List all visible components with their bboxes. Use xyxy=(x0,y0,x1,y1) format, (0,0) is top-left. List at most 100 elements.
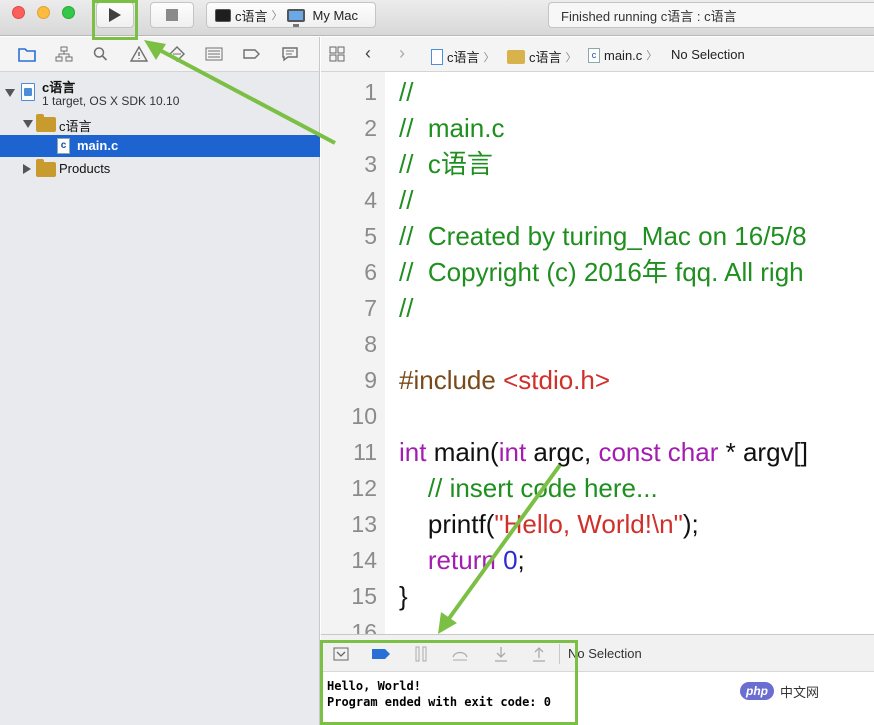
include-header: <stdio.h> xyxy=(503,365,611,395)
line-number: 1 xyxy=(364,79,377,105)
forward-arrow-icon[interactable]: › xyxy=(399,43,405,64)
code-line: 12 // insert code here... xyxy=(321,470,874,506)
file-row-main-c[interactable]: c main.c xyxy=(0,135,320,157)
related-items-icon[interactable] xyxy=(329,46,345,62)
code-text: } xyxy=(399,581,408,611)
code-line: 5 // Created by turing_Mac on 16/5/8 xyxy=(321,218,874,254)
code-text: ; xyxy=(517,545,525,575)
list-icon[interactable] xyxy=(205,46,223,62)
keyword: const char xyxy=(598,437,719,467)
breakpoint-icon[interactable] xyxy=(243,46,261,62)
line-number: 6 xyxy=(364,259,377,285)
code-text: // insert code here... xyxy=(399,473,658,503)
line-number: 14 xyxy=(351,547,377,573)
crumb-group[interactable]: c语言 〉 xyxy=(507,47,577,66)
line-number: 3 xyxy=(364,151,377,177)
minimize-window-button[interactable] xyxy=(37,6,50,19)
scheme-selector[interactable]: c语言 〉 My Mac xyxy=(206,2,376,28)
code-line: 2 // main.c xyxy=(321,110,874,146)
project-icon xyxy=(431,48,443,65)
disclosure-down-icon[interactable] xyxy=(5,89,15,97)
folder-icon xyxy=(507,49,525,64)
stop-icon xyxy=(166,9,178,21)
watermark-site: 中文网 xyxy=(780,684,820,700)
code-line: 10 xyxy=(321,398,874,434)
watermark-logo: php xyxy=(740,682,774,700)
disclosure-right-icon[interactable] xyxy=(23,164,31,174)
chevron-right-icon: 〉 xyxy=(483,51,495,64)
scheme-target-label: c语言 xyxy=(235,8,268,24)
code-line: 3 // c语言 xyxy=(321,146,874,182)
code-line: 11 int main(int argc, const char * argv[] xyxy=(321,434,874,470)
source-editor[interactable]: 1 // 2 // main.c 3 // c语言 4 // 5 // Created b… xyxy=(321,72,874,634)
back-arrow-icon[interactable]: ‹ xyxy=(365,43,371,64)
line-number: 12 xyxy=(351,475,377,501)
line-number: 4 xyxy=(364,187,377,213)
chevron-right-icon: 〉 xyxy=(565,51,577,64)
report-icon[interactable] xyxy=(281,46,299,62)
crumb-selection-label: No Selection xyxy=(671,47,745,62)
terminal-icon xyxy=(215,8,231,22)
chevron-right-icon: 〉 xyxy=(646,50,658,62)
code-text: // Copyright (c) 2016年 fqq. All righ xyxy=(399,257,804,287)
line-number: 9 xyxy=(364,367,377,393)
code-text: // main.c xyxy=(399,113,505,143)
products-row[interactable]: Products xyxy=(0,158,320,180)
code-text: argc, xyxy=(526,437,599,467)
crumb-project-label: c语言 xyxy=(447,50,480,65)
watermark: php 中文网 xyxy=(734,676,874,706)
line-number: 8 xyxy=(364,331,377,357)
project-subtitle: 1 target, OS X SDK 10.10 xyxy=(42,94,180,108)
code-line: 6 // Copyright (c) 2016年 fqq. All righ xyxy=(321,254,874,290)
project-icon xyxy=(21,83,35,101)
debug-selection-label: No Selection xyxy=(568,646,642,661)
crumb-file[interactable]: c main.c 〉 xyxy=(588,47,657,63)
c-file-icon: c xyxy=(588,47,600,63)
code-line: 8 xyxy=(321,326,874,362)
close-window-button[interactable] xyxy=(12,6,25,19)
project-row[interactable]: c语言 1 target, OS X SDK 10.10 xyxy=(0,74,320,112)
keyword: int xyxy=(498,437,527,467)
group-row[interactable]: c语言 xyxy=(0,113,320,135)
group-name: c语言 xyxy=(59,119,92,134)
line-number: 2 xyxy=(364,115,377,141)
code-line: 4 // xyxy=(321,182,874,218)
disclosure-down-icon[interactable] xyxy=(23,120,33,128)
zoom-window-button[interactable] xyxy=(62,6,75,19)
code-text: printf( xyxy=(399,509,495,539)
chevron-right-icon: 〉 xyxy=(271,10,283,22)
keyword: return xyxy=(399,545,496,575)
run-button-highlight xyxy=(92,0,138,40)
status-text: Finished running c语言 : c语言 xyxy=(561,8,737,24)
code-line: 1 // xyxy=(321,74,874,110)
stop-button[interactable] xyxy=(150,2,194,28)
file-name: main.c xyxy=(77,138,119,153)
crumb-selection[interactable]: No Selection xyxy=(671,47,745,62)
search-icon[interactable] xyxy=(92,46,110,62)
navigator-selector-bar xyxy=(0,37,320,72)
crumb-project[interactable]: c语言 〉 xyxy=(431,47,495,66)
folder-icon[interactable] xyxy=(18,46,36,62)
code-text: * argv[] xyxy=(718,437,808,467)
warning-icon[interactable] xyxy=(129,45,149,62)
code-text: // xyxy=(399,185,414,215)
code-text: // xyxy=(399,77,414,107)
code-line: 7 // xyxy=(321,290,874,326)
hierarchy-icon[interactable] xyxy=(55,46,73,62)
code-line: 15} xyxy=(321,578,874,614)
test-icon[interactable] xyxy=(168,46,186,62)
jump-bar: ‹ › c语言 〉 c语言 〉 c main.c 〉 No Selection xyxy=(321,37,874,72)
code-line: 14 return 0; xyxy=(321,542,874,578)
keyword: int xyxy=(399,437,427,467)
line-number: 10 xyxy=(351,403,377,429)
line-number: 7 xyxy=(364,295,377,321)
code-text: main( xyxy=(426,437,499,467)
code-line: 9 #include <stdio.h> xyxy=(321,362,874,398)
code-text: ); xyxy=(682,509,699,539)
scheme-device-label: My Mac xyxy=(312,7,359,23)
project-navigator: c语言 1 target, OS X SDK 10.10 c语言 c main.… xyxy=(0,72,320,725)
code-text: // c语言 xyxy=(399,149,493,179)
line-number: 13 xyxy=(351,511,377,537)
code-text: // xyxy=(399,293,414,323)
